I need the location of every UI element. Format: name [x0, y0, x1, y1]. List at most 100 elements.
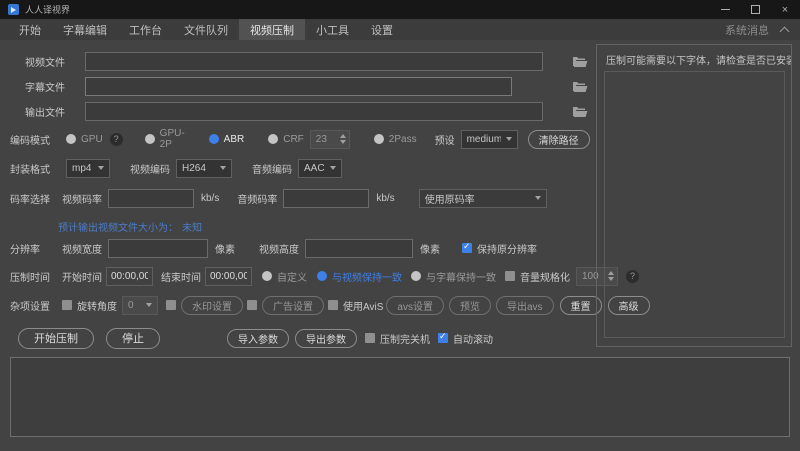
maximize-button[interactable]	[740, 0, 770, 19]
caret-down-icon	[220, 166, 226, 170]
use-avisynth-checkbox[interactable]	[328, 300, 338, 310]
volume-normalize-checkbox[interactable]	[505, 271, 515, 281]
video-height-label: 视频高度	[259, 241, 299, 256]
keep-resolution-checkbox[interactable]	[462, 243, 472, 253]
log-output[interactable]	[10, 357, 790, 437]
keep-resolution-label[interactable]: 保持原分辨率	[477, 241, 537, 256]
use-avisynth-label[interactable]: 使用AviS	[343, 298, 383, 313]
radio-follow-subtitle-label[interactable]: 与字幕保持一致	[426, 269, 496, 284]
video-width-label: 视频宽度	[62, 241, 102, 256]
spinner-down-icon[interactable]	[340, 140, 346, 144]
radio-abr-label[interactable]: ABR	[224, 134, 245, 145]
rotate-angle-select[interactable]: 0	[122, 296, 158, 315]
video-file-row: 视频文件	[10, 50, 588, 72]
radio-gpu2p[interactable]	[145, 134, 155, 144]
spinner-up-icon[interactable]	[340, 134, 346, 138]
avs-settings-button[interactable]: avs设置	[386, 296, 444, 315]
preset-select[interactable]: medium	[461, 130, 518, 149]
gpu-help-icon[interactable]: ?	[110, 133, 123, 146]
autoscroll-label[interactable]: 自动滚动	[453, 331, 493, 346]
system-message-toggle[interactable]: 系统消息	[725, 19, 800, 40]
end-time-input[interactable]	[205, 267, 252, 286]
bitrate-row: 码率选择 视频码率 kb/s 音频码率 kb/s 使用原码率	[10, 187, 547, 209]
subtitle-file-label: 字幕文件	[25, 79, 71, 94]
shutdown-after-label[interactable]: 压制完关机	[380, 331, 430, 346]
height-unit-label: 像素	[420, 241, 440, 256]
radio-gpu[interactable]	[66, 134, 76, 144]
radio-follow-video-label[interactable]: 与视频保持一致	[332, 269, 402, 284]
caret-down-icon	[506, 137, 512, 141]
radio-2pass-label[interactable]: 2Pass	[389, 134, 417, 145]
menu-item-settings[interactable]: 设置	[360, 19, 404, 40]
rotate-checkbox[interactable]	[62, 300, 72, 310]
radio-crf[interactable]	[268, 134, 278, 144]
bitrate-section-label: 码率选择	[10, 191, 54, 206]
menu-item-file-queue[interactable]: 文件队列	[173, 19, 239, 40]
width-unit-label: 像素	[215, 241, 235, 256]
video-file-input[interactable]	[85, 52, 543, 71]
menu-item-workbench[interactable]: 工作台	[118, 19, 173, 40]
subtitle-file-input[interactable]	[85, 77, 512, 96]
video-width-input[interactable]	[108, 239, 208, 258]
shutdown-after-checkbox[interactable]	[365, 333, 375, 343]
open-folder-icon[interactable]	[572, 80, 588, 93]
watermark-checkbox[interactable]	[166, 300, 176, 310]
video-bitrate-input[interactable]	[108, 189, 194, 208]
video-codec-label: 视频编码	[130, 161, 170, 176]
open-folder-icon[interactable]	[572, 105, 588, 118]
system-message-label: 系统消息	[725, 22, 769, 38]
chevron-up-icon	[780, 26, 790, 36]
audio-codec-select[interactable]: AAC	[298, 159, 342, 178]
preview-button[interactable]: 预览	[449, 296, 491, 315]
bitrate-mode-select[interactable]: 使用原码率	[419, 189, 547, 208]
video-height-input[interactable]	[305, 239, 413, 258]
volume-normalize-label[interactable]: 音量规格化	[520, 269, 570, 284]
output-file-label: 输出文件	[25, 104, 71, 119]
encode-time-label: 压制时间	[10, 269, 54, 284]
menu-item-subtitle-edit[interactable]: 字幕编辑	[52, 19, 118, 40]
radio-abr[interactable]	[209, 134, 219, 144]
radio-custom-time-label[interactable]: 自定义	[277, 269, 307, 284]
export-params-button[interactable]: 导出参数	[295, 329, 357, 348]
font-list[interactable]	[604, 71, 785, 338]
container-select[interactable]: mp4	[66, 159, 110, 178]
stop-button[interactable]: 停止	[106, 328, 160, 349]
resolution-label: 分辨率	[10, 241, 54, 256]
rotate-label[interactable]: 旋转角度	[77, 298, 117, 313]
video-codec-select[interactable]: H264	[176, 159, 232, 178]
menu-item-start[interactable]: 开始	[8, 19, 52, 40]
radio-gpu2p-label[interactable]: GPU-2P	[160, 128, 185, 150]
export-avs-button[interactable]: 导出avs	[496, 296, 554, 315]
radio-2pass[interactable]	[374, 134, 384, 144]
minimize-icon	[721, 9, 730, 10]
ad-checkbox[interactable]	[247, 300, 257, 310]
caret-down-icon	[146, 303, 152, 307]
close-button[interactable]: ×	[770, 0, 800, 19]
autoscroll-checkbox[interactable]	[438, 333, 448, 343]
audio-bitrate-label: 音频码率	[237, 191, 277, 206]
radio-crf-label[interactable]: CRF	[283, 134, 304, 145]
output-file-input[interactable]	[85, 102, 543, 121]
audio-bitrate-input[interactable]	[283, 189, 369, 208]
encode-mode-row: 编码模式 GPU ? GPU-2P ABR CRF 23 2Pass 预设 me…	[10, 128, 585, 150]
radio-follow-subtitle[interactable]	[411, 271, 421, 281]
encode-page: 视频文件 字幕文件 输出文件 编码模式 GPU ? GPU-2P ABR CRF	[0, 40, 800, 451]
crf-value-spinner[interactable]: 23	[310, 130, 350, 149]
start-time-input[interactable]	[106, 267, 153, 286]
menu-item-tools[interactable]: 小工具	[305, 19, 360, 40]
watermark-settings-button[interactable]: 水印设置	[181, 296, 243, 315]
radio-custom-time[interactable]	[262, 271, 272, 281]
start-encode-button[interactable]: 开始压制	[18, 328, 94, 349]
misc-settings-label: 杂项设置	[10, 298, 54, 313]
size-estimate-row: 预计输出视频文件大小为： 未知	[10, 215, 202, 237]
radio-follow-video[interactable]	[317, 271, 327, 281]
window-title: 人人译视界	[25, 3, 70, 16]
open-folder-icon[interactable]	[572, 55, 588, 68]
maximize-icon	[751, 5, 760, 14]
clear-path-button[interactable]: 清除路径	[528, 130, 590, 149]
ad-settings-button[interactable]: 广告设置	[262, 296, 324, 315]
minimize-button[interactable]	[710, 0, 740, 19]
menu-item-video-encode[interactable]: 视频压制	[239, 19, 305, 40]
radio-gpu-label[interactable]: GPU	[81, 134, 103, 145]
import-params-button[interactable]: 导入参数	[227, 329, 289, 348]
